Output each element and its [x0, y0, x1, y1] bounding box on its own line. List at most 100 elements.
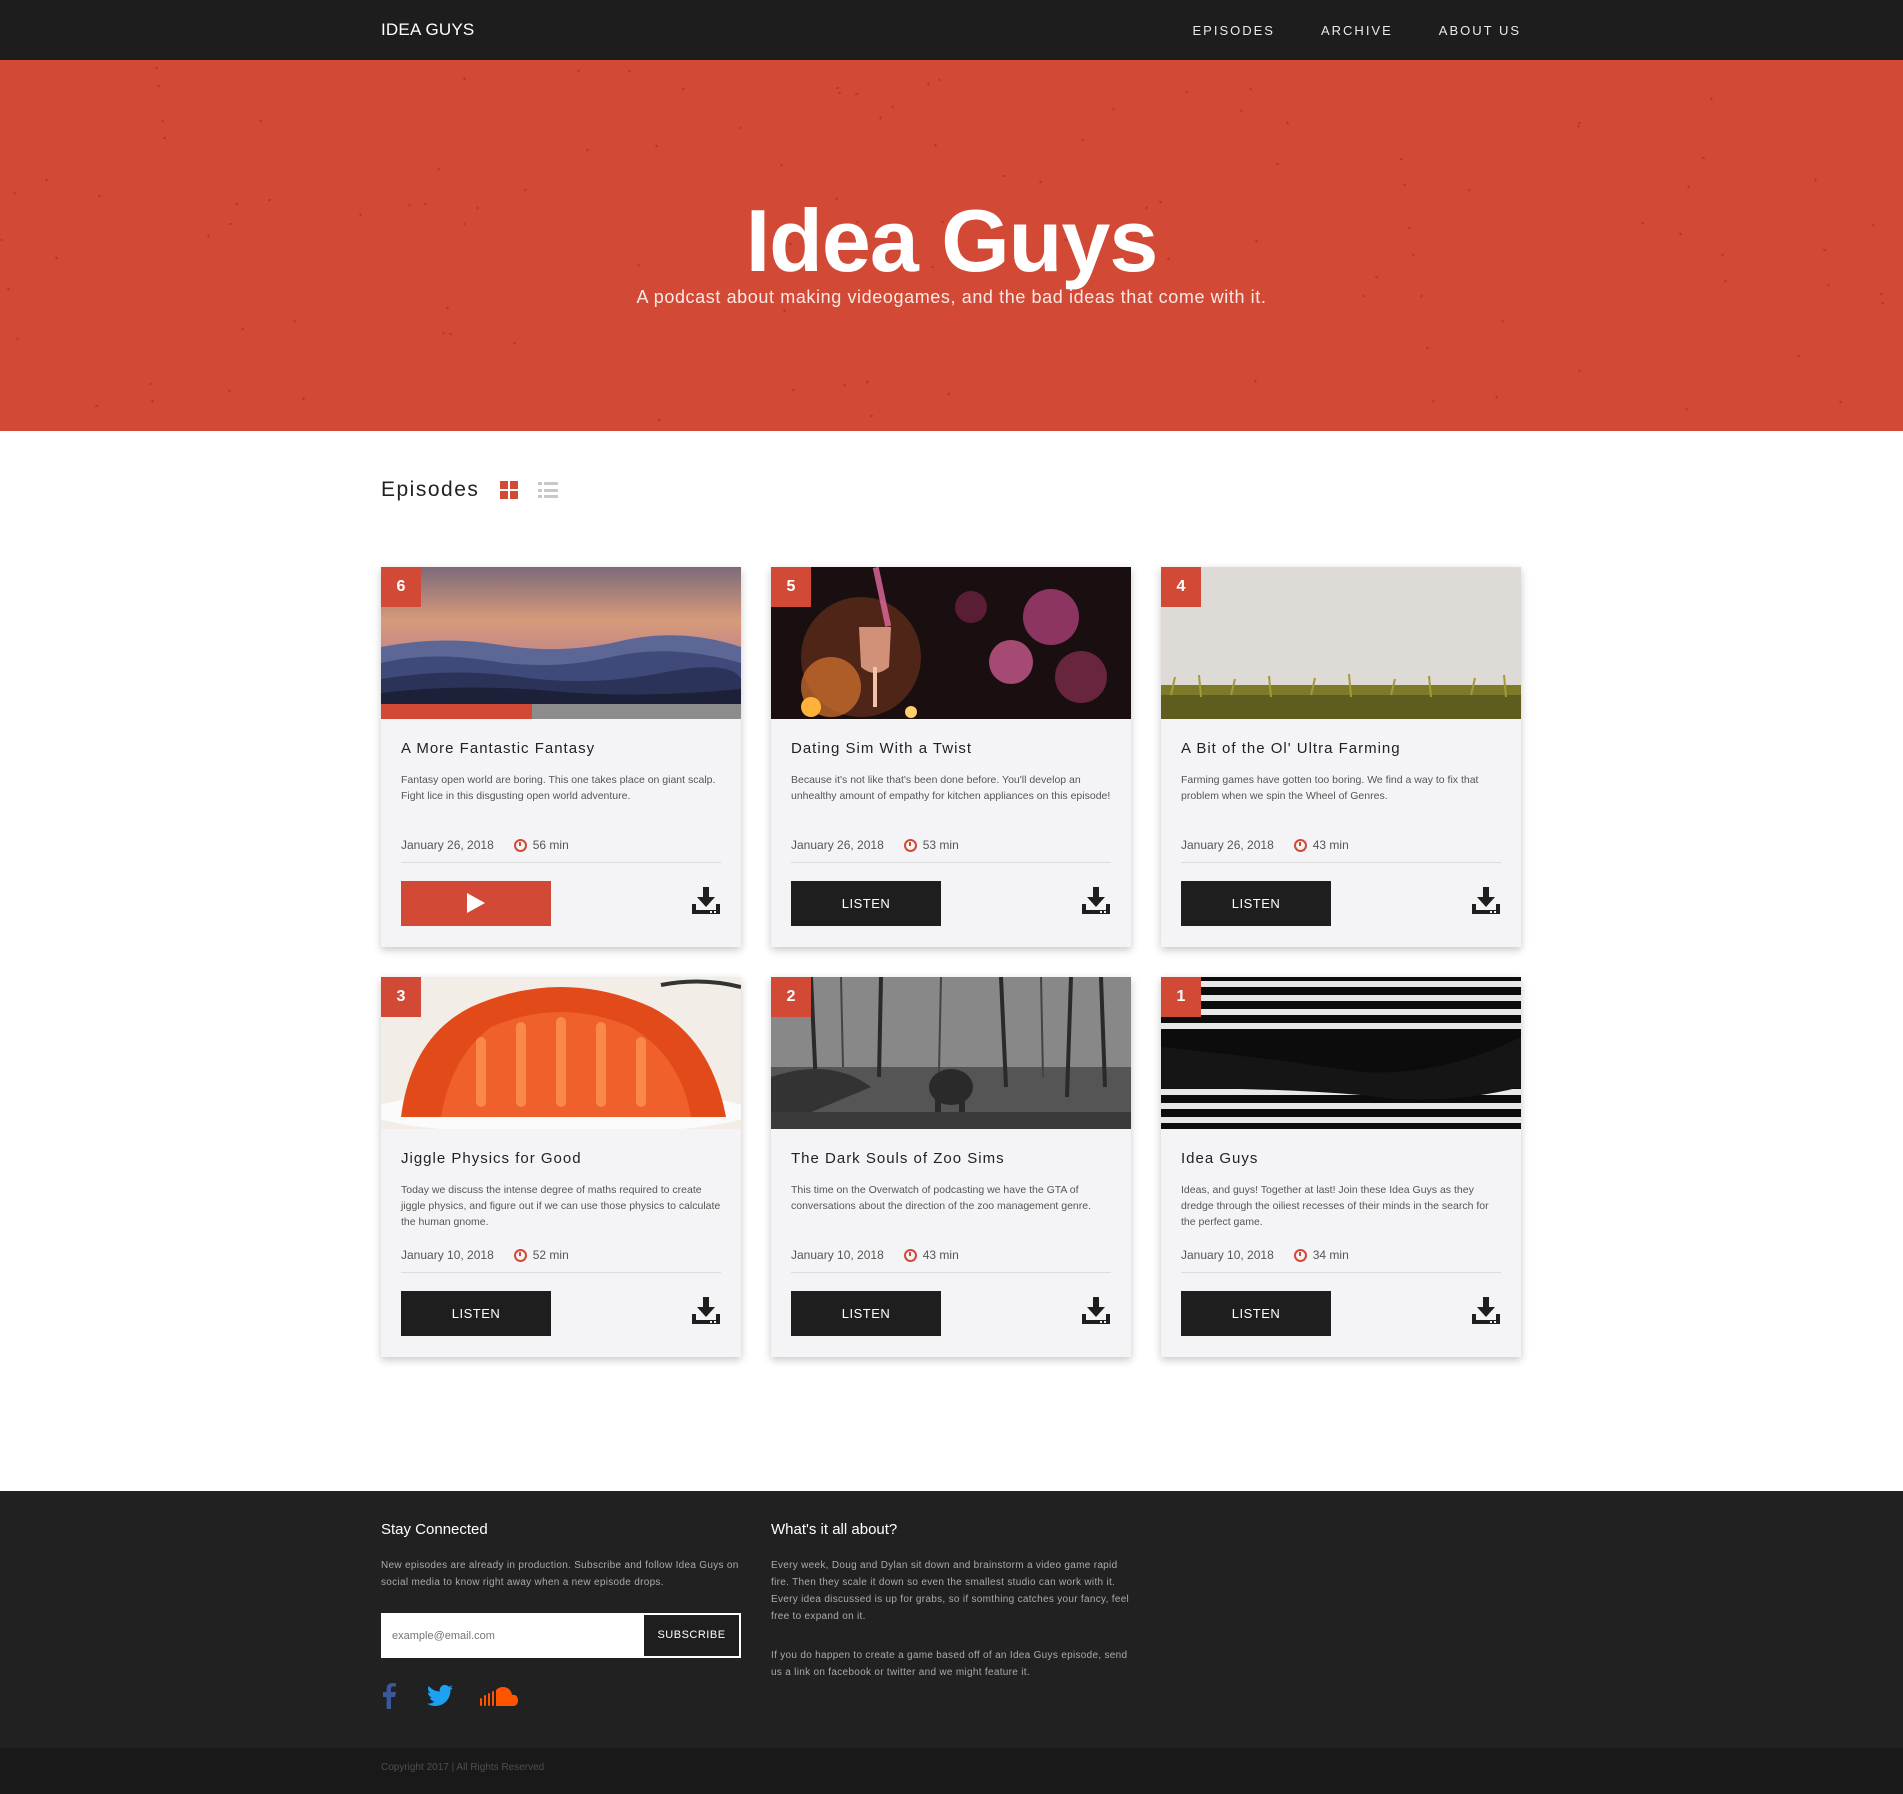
hero-texture-speck	[1081, 138, 1084, 142]
episode-title[interactable]: Jiggle Physics for Good	[401, 1150, 582, 1167]
hero-texture-speck	[657, 418, 662, 422]
episode-title[interactable]: Idea Guys	[1181, 1150, 1258, 1167]
facebook-icon[interactable]	[381, 1683, 397, 1709]
episode-meta: January 26, 2018 43 min	[1181, 838, 1349, 852]
episode-card[interactable]: 1 Idea Guys Ideas, and guys! Together at…	[1161, 977, 1521, 1357]
episode-thumbnail[interactable]	[771, 567, 1131, 719]
episode-thumbnail[interactable]	[1161, 567, 1521, 719]
hero-texture-speck	[155, 66, 158, 70]
hero-texture-speck	[240, 327, 245, 331]
episode-meta: January 26, 2018 56 min	[401, 838, 569, 852]
episode-number-badge: 6	[381, 567, 421, 607]
episode-card[interactable]: 3 Jiggle Physics for Good Today we discu…	[381, 977, 741, 1357]
hero-texture-speck	[1495, 395, 1498, 399]
hero-texture-speck	[627, 69, 632, 73]
episode-number-badge: 1	[1161, 977, 1201, 1017]
download-icon[interactable]	[1081, 1295, 1111, 1325]
episode-title[interactable]: The Dark Souls of Zoo Sims	[791, 1150, 1005, 1167]
grid-view-icon[interactable]	[500, 481, 519, 499]
hero-texture-speck	[1253, 379, 1258, 383]
list-view-icon[interactable]	[538, 482, 558, 498]
hero-texture-speck	[441, 331, 446, 335]
episode-thumbnail[interactable]	[381, 567, 741, 719]
clock-icon	[903, 1248, 917, 1262]
hero-texture-speck	[779, 163, 784, 167]
card-divider	[401, 1272, 721, 1273]
hero-texture-speck	[1685, 407, 1688, 411]
card-divider	[791, 862, 1111, 863]
hero-texture-speck	[1838, 400, 1843, 404]
episode-date: January 10, 2018	[401, 1248, 494, 1262]
episode-date: January 26, 2018	[1181, 838, 1274, 852]
hero-texture-speck	[1399, 157, 1404, 161]
listen-button[interactable]: LISTEN	[791, 881, 941, 926]
episode-thumbnail[interactable]	[381, 977, 741, 1129]
episode-title[interactable]: A More Fantastic Fantasy	[401, 740, 595, 757]
hero-texture-speck	[161, 119, 164, 123]
episode-thumbnail[interactable]	[771, 977, 1131, 1129]
hero-texture-speck	[448, 332, 453, 336]
about-title: What's it all about?	[771, 1521, 898, 1538]
episode-duration: 52 min	[532, 1248, 569, 1262]
download-icon[interactable]	[691, 885, 721, 915]
episode-card[interactable]: 2 The Dark Souls of Zoo Sims This time o…	[771, 977, 1131, 1357]
episode-meta: January 26, 2018 53 min	[791, 838, 959, 852]
card-divider	[1181, 862, 1501, 863]
hero-texture-speck	[1001, 174, 1006, 178]
download-icon[interactable]	[1081, 885, 1111, 915]
hero-texture-speck	[1701, 156, 1706, 160]
hero-texture-speck	[1500, 319, 1505, 323]
nav-link-about-us[interactable]: ABOUT US	[1439, 23, 1521, 38]
brand-logo[interactable]: IDEA GUYS	[381, 20, 474, 40]
email-input[interactable]	[383, 1615, 646, 1656]
play-button[interactable]	[401, 881, 551, 926]
episode-card[interactable]: 4 A Bit of the Ol' Ultra Farming Farming…	[1161, 567, 1521, 947]
hero-texture-speck	[462, 77, 467, 81]
listen-button[interactable]: LISTEN	[1181, 1291, 1331, 1336]
clock-icon	[1293, 1248, 1307, 1262]
episode-card[interactable]: 5 Dating Sim With a Twist Because it's n…	[771, 567, 1131, 947]
soundcloud-icon[interactable]	[480, 1687, 518, 1707]
nav-link-archive[interactable]: ARCHIVE	[1321, 23, 1393, 38]
download-icon[interactable]	[1471, 1295, 1501, 1325]
playback-progress-fill	[381, 704, 533, 719]
episode-meta: January 10, 2018 52 min	[401, 1248, 569, 1262]
listen-button[interactable]: LISTEN	[791, 1291, 941, 1336]
stay-connected-title: Stay Connected	[381, 1521, 488, 1538]
footer: Stay Connected New episodes are already …	[0, 1491, 1903, 1748]
episode-card[interactable]: 6 A More Fantastic Fantasy Fantasy open …	[381, 567, 741, 947]
clock-icon	[903, 838, 917, 852]
download-icon[interactable]	[1471, 885, 1501, 915]
episode-duration: 34 min	[1312, 1248, 1349, 1262]
listen-button[interactable]: LISTEN	[401, 1291, 551, 1336]
hero-texture-speck	[1686, 185, 1691, 189]
episodes-header: Episodes	[381, 478, 558, 502]
nav-link-episodes[interactable]: EPISODES	[1193, 23, 1275, 38]
hero-texture-speck	[227, 389, 232, 393]
hero-texture-speck	[890, 105, 895, 109]
hero-texture-speck	[1249, 87, 1252, 91]
episode-title[interactable]: Dating Sim With a Twist	[791, 740, 972, 757]
listen-button[interactable]: LISTEN	[1181, 881, 1331, 926]
episode-number-badge: 3	[381, 977, 421, 1017]
hero-texture-speck	[854, 92, 859, 96]
hero-texture-speck	[879, 116, 882, 120]
episode-description: Fantasy open world are boring. This one …	[401, 774, 716, 802]
twitter-icon[interactable]	[427, 1683, 453, 1709]
hero-texture-speck	[1239, 109, 1244, 113]
hero-subtitle: A podcast about making videogames, and t…	[636, 287, 1267, 307]
subscribe-button[interactable]: SUBSCRIBE	[644, 1615, 739, 1656]
hero-texture-speck	[586, 148, 589, 152]
download-icon[interactable]	[691, 1295, 721, 1325]
playback-progress-bar[interactable]	[381, 704, 741, 719]
hero-texture-speck	[156, 84, 161, 88]
episode-number-badge: 4	[1161, 567, 1201, 607]
episode-duration: 53 min	[922, 838, 959, 852]
hero-texture-speck	[162, 136, 167, 140]
hero-texture-speck	[149, 382, 152, 386]
episodes-title: Episodes	[381, 478, 480, 501]
hero-texture-speck	[937, 78, 942, 82]
episode-thumbnail[interactable]	[1161, 977, 1521, 1129]
episode-title[interactable]: A Bit of the Ol' Ultra Farming	[1181, 740, 1401, 757]
hero-texture-speck	[1426, 346, 1429, 350]
